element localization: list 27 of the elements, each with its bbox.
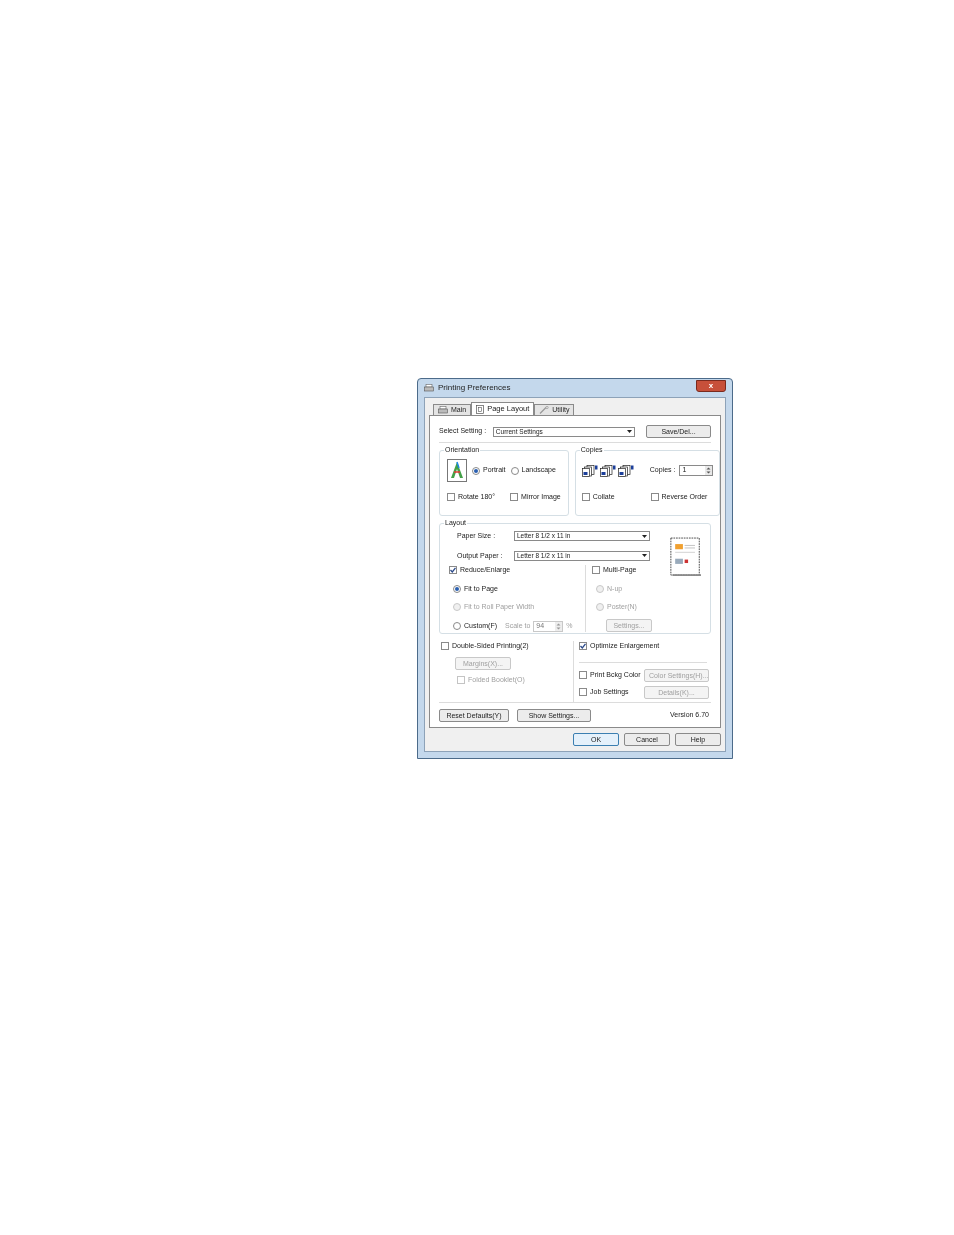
radio-button[interactable] — [472, 466, 480, 475]
page-icon — [447, 459, 467, 482]
checkbox[interactable] — [510, 493, 519, 502]
dropdown-arrow-icon — [642, 534, 647, 538]
dropdown-arrow-icon — [642, 554, 647, 558]
checkbox[interactable] — [449, 566, 457, 575]
wrench-icon — [539, 406, 550, 414]
radio-button[interactable] — [453, 622, 461, 630]
stacked-pages-icon — [617, 464, 634, 477]
checkbox[interactable] — [592, 566, 600, 575]
checkbox[interactable] — [447, 493, 455, 502]
checkbox[interactable] — [441, 642, 449, 651]
window-title: Printing Preferences — [438, 382, 511, 394]
spinner-arrows-icon — [555, 621, 563, 631]
printer-icon — [424, 384, 434, 392]
checkbox[interactable] — [579, 642, 587, 651]
checkbox[interactable] — [579, 671, 587, 679]
stacked-pages-icon — [581, 464, 598, 477]
stacked-pages-icon — [599, 464, 616, 477]
checkbox[interactable] — [581, 493, 590, 502]
radio-button[interactable] — [510, 466, 519, 475]
checkbox[interactable] — [579, 688, 587, 696]
checkbox[interactable] — [650, 493, 659, 502]
spinner-arrows-icon — [705, 466, 713, 475]
close-button[interactable]: x — [696, 379, 726, 392]
dropdown-arrow-icon — [627, 430, 632, 433]
radio-button[interactable] — [453, 584, 461, 593]
